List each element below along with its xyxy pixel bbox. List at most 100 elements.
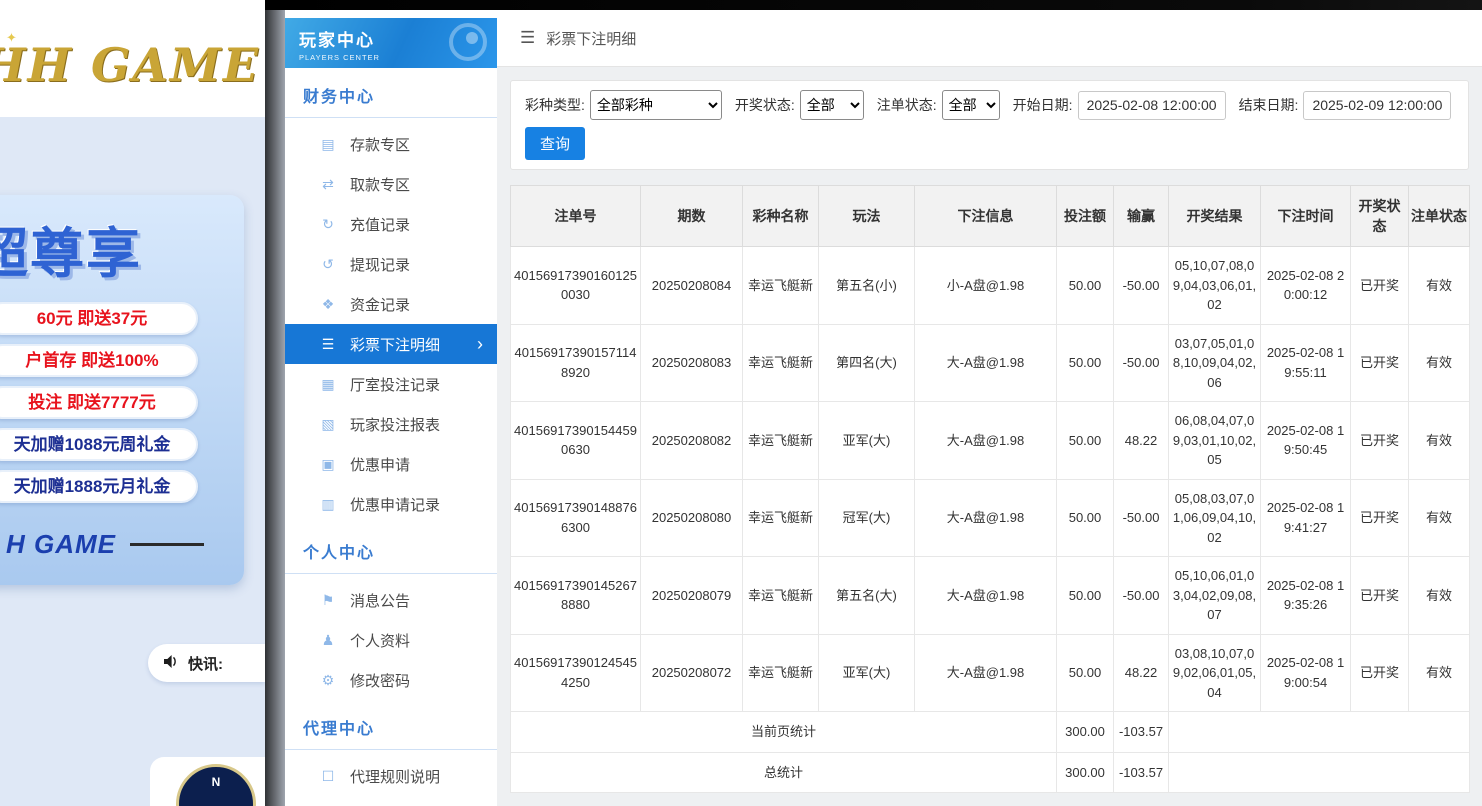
sidebar-item-funds-records[interactable]: ❖ 资金记录 [285, 284, 497, 324]
table-cell: 第五名(小) [819, 247, 915, 325]
summary-cell: -103.57 [1114, 752, 1169, 793]
sidebar-item-label: 提现记录 [350, 254, 410, 275]
start-date-input[interactable] [1078, 91, 1226, 120]
table-cell: 48.22 [1114, 402, 1169, 480]
speaker-icon [164, 654, 180, 673]
table-cell: 20250208082 [641, 402, 743, 480]
top-black-bar [265, 0, 1482, 10]
table-row: 40156917390145267888020250208079幸运飞艇新第五名… [511, 557, 1470, 635]
menu-icon[interactable]: ☰ [520, 28, 535, 48]
draw-status-select[interactable]: 全部 [800, 90, 864, 120]
summary-cell [1169, 752, 1470, 793]
summary-row: 当前页统计300.00-103.57 [511, 712, 1470, 753]
column-header: 投注额 [1057, 186, 1114, 247]
sidebar-item-player-bet-report[interactable]: ▧玩家投注报表 [285, 404, 497, 444]
table-cell: 第四名(大) [819, 324, 915, 402]
table-cell: 幸运飞艇新 [743, 324, 819, 402]
sidebar-item-label: 资金记录 [350, 294, 410, 315]
table-cell: 已开奖 [1351, 247, 1409, 325]
table-cell: 2025-02-08 19:35:26 [1261, 557, 1351, 635]
table-cell: 有效 [1409, 479, 1470, 557]
table-cell: 20250208083 [641, 324, 743, 402]
sidebar-section-title: 代理中心 [285, 700, 497, 750]
page: ✦ HH GAME 超尊享 60元 即送37元户首存 即送100%投注 即送77… [0, 0, 1482, 806]
lottery-type-select[interactable]: 全部彩种 [590, 90, 722, 120]
table-cell: 亚军(大) [819, 634, 915, 712]
table-cell: 亚军(大) [819, 402, 915, 480]
table-cell: 第五名(大) [819, 557, 915, 635]
sidebar-item-label: 修改密码 [350, 670, 410, 691]
chevron-right-icon: › [477, 335, 483, 353]
sidebar-item-change-password[interactable]: ⚙修改密码 [285, 660, 497, 700]
sidebar-section-title: 个人中心 [285, 524, 497, 574]
table-cell: 401569173901452678880 [511, 557, 641, 635]
withdraw-record-icon: ↺ [319, 256, 337, 273]
summary-cell: 300.00 [1057, 752, 1114, 793]
sidebar-item-label: 取款专区 [350, 174, 410, 195]
table-cell: 有效 [1409, 402, 1470, 480]
modal-shadow [265, 0, 285, 806]
table-cell: 50.00 [1057, 402, 1114, 480]
content-header: ☰ 彩票下注明细 [497, 10, 1482, 67]
table-cell: 幸运飞艇新 [743, 402, 819, 480]
summary-cell: 300.00 [1057, 712, 1114, 753]
table-cell: 03,07,05,01,08,10,09,04,02,06 [1169, 324, 1261, 402]
summary-cell: -103.57 [1114, 712, 1169, 753]
news-label: 快讯: [188, 653, 223, 674]
sidebar-item-recharge-records[interactable]: ↻充值记录 [285, 204, 497, 244]
sidebar-item-withdraw[interactable]: ⇄取款专区 [285, 164, 497, 204]
sidebar-item-profile[interactable]: ♟个人资料 [285, 620, 497, 660]
promo-footer: H GAME [6, 529, 244, 560]
sidebar-item-agent-rules[interactable]: ☐代理规则说明 [285, 756, 497, 796]
order-status-select[interactable]: 全部 [942, 90, 1000, 120]
query-button[interactable]: 查询 [525, 127, 585, 160]
sidebar-item-announcements[interactable]: ⚑消息公告 [285, 580, 497, 620]
bottom-logo-badge: N [176, 764, 256, 806]
table-cell: -50.00 [1114, 557, 1169, 635]
promo-pill: 60元 即送37元 [0, 302, 198, 335]
sidebar-item-label: 消息公告 [350, 590, 410, 611]
sidebar-item-promo-apply[interactable]: ▣优惠申请 [285, 444, 497, 484]
start-date-label: 开始日期: [1013, 95, 1073, 115]
draw-status-label: 开奖状态: [735, 95, 795, 115]
table-cell: 20250208072 [641, 634, 743, 712]
room-bets-icon: ▦ [319, 376, 337, 393]
end-date-input[interactable] [1303, 91, 1451, 120]
sidebar-nav: 财务中心▤存款专区⇄取款专区↻充值记录↺提现记录❖资金记录☰彩票下注明细›▦厅室… [285, 68, 497, 806]
sidebar-item-promo-apply-records[interactable]: ▥优惠申请记录 [285, 484, 497, 524]
sidebar-item-agent-team-stats[interactable]: ▩代理团队统计 [285, 796, 497, 806]
column-header: 输赢 [1114, 186, 1169, 247]
table-cell: 幸运飞艇新 [743, 479, 819, 557]
table-row: 40156917390124545425020250208072幸运飞艇新亚军(… [511, 634, 1470, 712]
table-cell: 401569173901601250030 [511, 247, 641, 325]
sidebar-item-lottery-bet-details[interactable]: ☰彩票下注明细› [285, 324, 497, 364]
table-row: 40156917390157114892020250208083幸运飞艇新第四名… [511, 324, 1470, 402]
summary-cell: 当前页统计 [511, 712, 1057, 753]
table-cell: 05,10,07,08,09,04,03,06,01,02 [1169, 247, 1261, 325]
table-header-row: 注单号期数彩种名称玩法下注信息投注额输赢开奖结果下注时间开奖状态注单状态 [511, 186, 1470, 247]
funds-record-icon: ❖ [319, 296, 337, 313]
table-row: 40156917390148876630020250208080幸运飞艇新冠军(… [511, 479, 1470, 557]
promo-pill: 天加赠1088元周礼金 [0, 428, 198, 461]
promo-pill: 户首存 即送100% [0, 344, 198, 377]
column-header: 彩种名称 [743, 186, 819, 247]
table-cell: 有效 [1409, 557, 1470, 635]
table-cell: 已开奖 [1351, 634, 1409, 712]
table-cell: 2025-02-08 20:00:12 [1261, 247, 1351, 325]
table-row: 40156917390154459063020250208082幸运飞艇新亚军(… [511, 402, 1470, 480]
table-cell: 05,10,06,01,03,04,02,09,08,07 [1169, 557, 1261, 635]
table-cell: 50.00 [1057, 557, 1114, 635]
sidebar-header: 玩家中心 PLAYERS CENTER [285, 18, 497, 68]
sidebar-item-label: 充值记录 [350, 214, 410, 235]
sidebar-item-deposit[interactable]: ▤存款专区 [285, 124, 497, 164]
divider-line [130, 543, 204, 546]
table-row: 40156917390160125003020250208084幸运飞艇新第五名… [511, 247, 1470, 325]
sidebar-item-label: 个人资料 [350, 630, 410, 651]
sidebar-item-withdraw-records[interactable]: ↺ 提现记录 [285, 244, 497, 284]
player-report-icon: ▧ [319, 416, 337, 433]
sidebar-item-label: 优惠申请记录 [350, 494, 440, 515]
column-header: 注单状态 [1409, 186, 1470, 247]
sidebar-item-room-bet-records[interactable]: ▦厅室投注记录 [285, 364, 497, 404]
bottom-logo-letter: N [212, 775, 221, 806]
table-cell: 有效 [1409, 634, 1470, 712]
